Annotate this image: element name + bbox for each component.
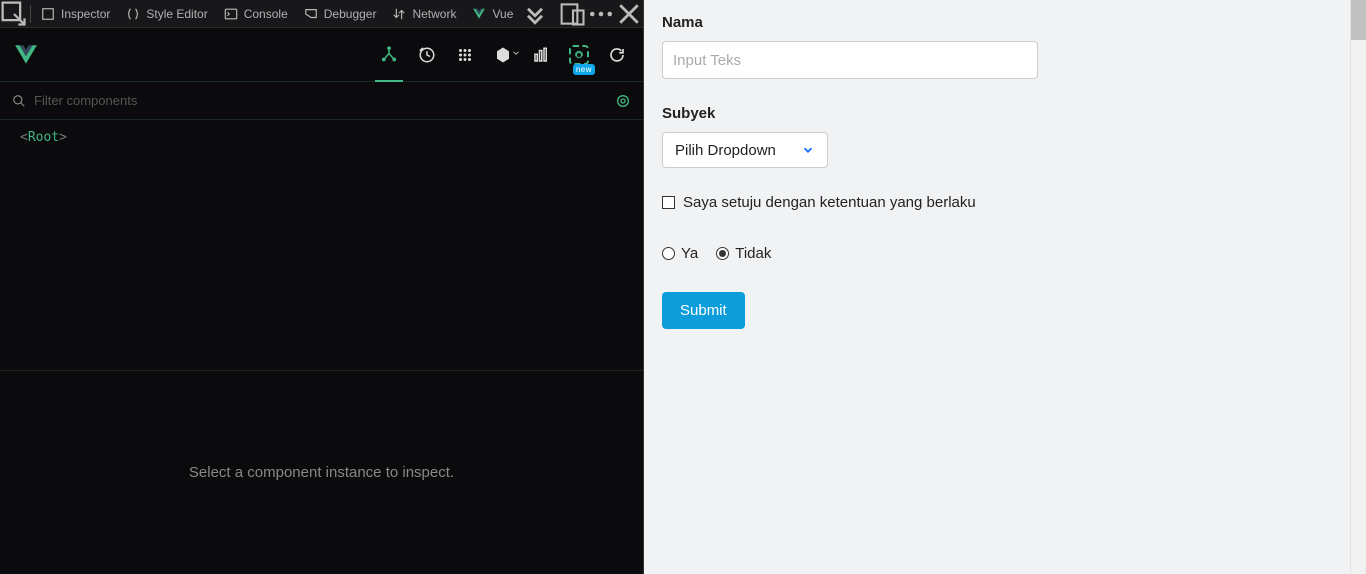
- filter-components-input[interactable]: [34, 93, 607, 108]
- vue-logo-icon: [12, 41, 40, 69]
- debugger-icon: [304, 7, 318, 21]
- radio-ya[interactable]: Ya: [662, 245, 698, 262]
- nama-input[interactable]: [662, 41, 1038, 79]
- responsive-mode-icon[interactable]: [559, 0, 587, 28]
- nama-label: Nama: [662, 14, 1348, 31]
- tab-network[interactable]: Network: [384, 0, 464, 27]
- vue-devtools-header: new: [0, 28, 643, 82]
- tab-network-label: Network: [412, 7, 456, 21]
- radio-icon: [662, 247, 675, 260]
- radio-icon: [716, 247, 729, 260]
- root-component-name: Root: [28, 130, 59, 145]
- target-icon[interactable]: [615, 93, 631, 109]
- inspect-placeholder: Select a component instance to inspect.: [0, 370, 643, 574]
- tab-debugger[interactable]: Debugger: [296, 0, 385, 27]
- tab-console[interactable]: Console: [216, 0, 296, 27]
- tab-vue-label: Vue: [492, 7, 513, 21]
- console-icon: [224, 7, 238, 21]
- refresh-icon[interactable]: [607, 45, 627, 65]
- inspector-icon: [41, 7, 55, 21]
- performance-icon[interactable]: [531, 45, 551, 65]
- components-inspector-icon[interactable]: [379, 45, 399, 65]
- form-group-nama: Nama: [662, 14, 1348, 79]
- checkbox-icon: [662, 196, 675, 209]
- radio-tidak-label: Tidak: [735, 245, 771, 262]
- subyek-selected: Pilih Dropdown: [675, 142, 776, 159]
- submit-button[interactable]: Submit: [662, 292, 745, 329]
- search-icon: [12, 94, 26, 108]
- tab-inspector-label: Inspector: [61, 7, 110, 21]
- new-badge: new: [573, 64, 595, 75]
- radio-tidak[interactable]: Tidak: [716, 245, 771, 262]
- overflow-icon[interactable]: [521, 0, 549, 28]
- tab-style-editor[interactable]: Style Editor: [118, 0, 215, 27]
- tab-style-editor-label: Style Editor: [146, 7, 207, 21]
- form-group-subyek: Subyek Pilih Dropdown: [662, 105, 1348, 168]
- component-tree: <Root>: [0, 120, 643, 370]
- devtools-panel: Inspector Style Editor Console Debugger …: [0, 0, 644, 574]
- radio-group: Ya Tidak: [662, 245, 1348, 262]
- inspect-hint-text: Select a component instance to inspect.: [189, 464, 454, 481]
- scrollbar-thumb[interactable]: [1351, 0, 1366, 40]
- radio-ya-label: Ya: [681, 245, 698, 262]
- style-editor-icon: [126, 7, 140, 21]
- terms-label: Saya setuju dengan ketentuan yang berlak…: [683, 194, 976, 211]
- close-devtools-icon[interactable]: [615, 0, 643, 28]
- subyek-label: Subyek: [662, 105, 1348, 122]
- devtools-tab-bar: Inspector Style Editor Console Debugger …: [0, 0, 643, 28]
- timeline-icon[interactable]: [417, 45, 437, 65]
- subyek-dropdown[interactable]: Pilih Dropdown: [662, 132, 828, 168]
- settings-icon[interactable]: new: [569, 45, 589, 65]
- tab-console-label: Console: [244, 7, 288, 21]
- network-icon: [392, 7, 406, 21]
- plugin-icon[interactable]: [493, 45, 513, 65]
- tree-node-root[interactable]: <Root>: [20, 130, 623, 145]
- more-menu-icon[interactable]: [587, 0, 615, 28]
- tab-debugger-label: Debugger: [324, 7, 377, 21]
- terms-checkbox-row[interactable]: Saya setuju dengan ketentuan yang berlak…: [662, 194, 1348, 211]
- vue-tab-icon: [472, 7, 486, 21]
- scrollbar[interactable]: [1350, 0, 1366, 574]
- app-page: Nama Subyek Pilih Dropdown Saya setuju d…: [644, 0, 1366, 574]
- tab-inspector[interactable]: Inspector: [33, 0, 118, 27]
- component-filter-row: [0, 82, 643, 120]
- more-apps-icon[interactable]: [455, 45, 475, 65]
- chevron-down-icon: [801, 143, 815, 157]
- tab-vue[interactable]: Vue: [464, 0, 521, 27]
- element-picker-icon[interactable]: [0, 0, 28, 28]
